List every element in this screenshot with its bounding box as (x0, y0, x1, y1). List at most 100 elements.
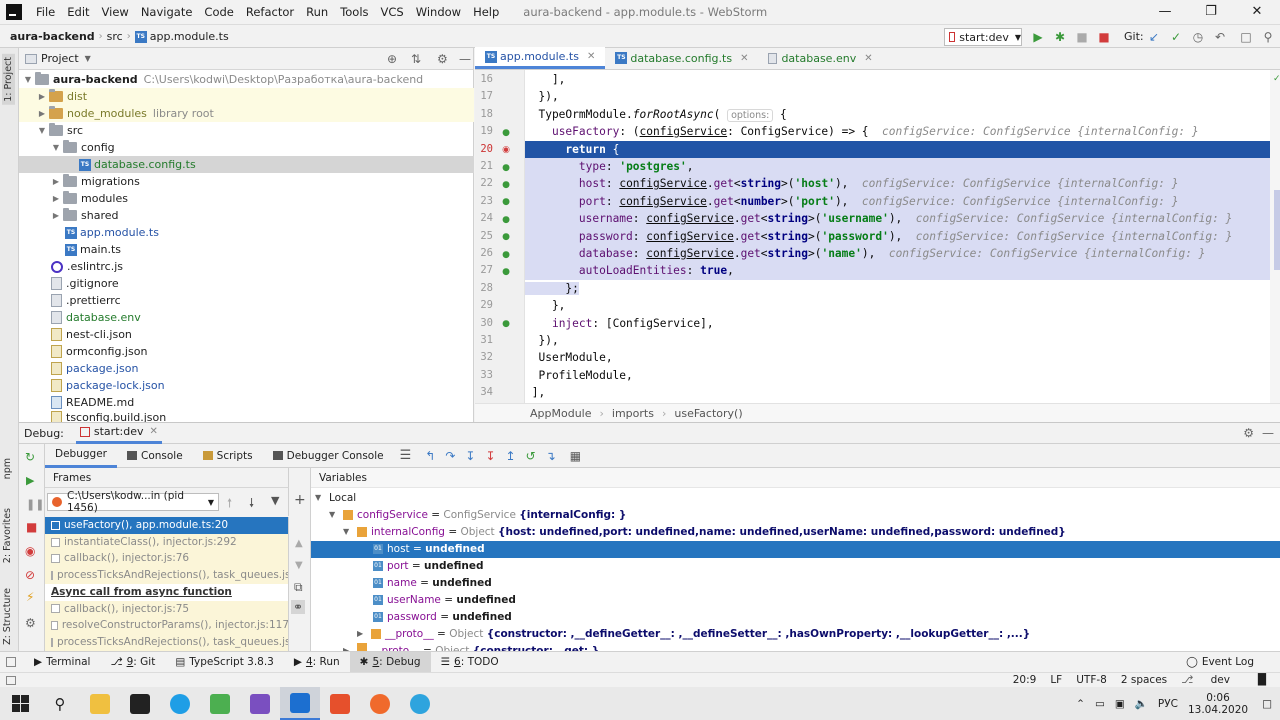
tree-item-nest-cli[interactable]: nest-cli.json (19, 326, 474, 343)
search-button[interactable]: ⚲ (40, 687, 80, 720)
frame-item[interactable]: resolveConstructorParams(), injector.js:… (45, 617, 288, 634)
implementation-marker-icon[interactable]: ● (501, 163, 511, 173)
evaluate-expression-icon[interactable]: ▦ (570, 449, 581, 463)
variable-proto[interactable]: ▶ __proto__ = Object {constructor: ,__def… (311, 626, 1280, 643)
implementation-marker-icon[interactable]: ● (501, 215, 511, 225)
scroll-thumb[interactable] (1274, 190, 1280, 270)
maximize-icon[interactable]: ❐ (1188, 0, 1234, 24)
implementation-marker-icon[interactable]: ● (501, 250, 511, 260)
scope-local[interactable]: ▼ Local (311, 490, 1280, 507)
tree-item-gitignore[interactable]: .gitignore (19, 275, 474, 292)
tree-item-migrations[interactable]: ▶ migrations (19, 173, 474, 190)
variable-port[interactable]: 01 port = undefined (311, 558, 1280, 575)
project-panel-title[interactable]: Project (41, 52, 79, 65)
tree-root[interactable]: ▼ aura-backend C:\Users\kodwi\Desktop\Ра… (19, 71, 474, 88)
locate-icon[interactable]: ⊕ (387, 52, 397, 66)
tree-item-shared[interactable]: ▶ shared (19, 207, 474, 224)
menu-refactor[interactable]: Refactor (240, 5, 300, 19)
coverage-icon[interactable]: ■ (1074, 29, 1090, 45)
tool-window-terminal[interactable]: ▶ Terminal (24, 652, 100, 673)
tree-item-modules[interactable]: ▶ modules (19, 190, 474, 207)
menu-edit[interactable]: Edit (61, 5, 95, 19)
taskbar-app-skype[interactable] (160, 687, 200, 720)
breadcrumb-item[interactable]: AppModule (530, 407, 592, 420)
close-icon[interactable]: ✕ (1234, 0, 1280, 24)
show-execution-point-icon[interactable]: ↰ (425, 449, 435, 463)
close-tab-icon[interactable]: ✕ (740, 53, 748, 64)
pause-icon[interactable]: ❚❚ (26, 498, 44, 511)
tool-window-git[interactable]: ⎇ 9: Git (100, 652, 165, 673)
variable-password[interactable]: 01 password = undefined (311, 609, 1280, 626)
taskbar-app-brave[interactable] (320, 687, 360, 720)
volume-icon[interactable]: 🔈 (1135, 697, 1148, 710)
tree-item-src[interactable]: ▼ src (19, 122, 474, 139)
debug-icon[interactable]: ✱ (1052, 29, 1068, 45)
tab-database-env[interactable]: database.env ✕ (758, 47, 882, 69)
variable-host[interactable]: 01 host = undefined (311, 541, 1280, 558)
menu-tools[interactable]: Tools (334, 5, 374, 19)
frame-item[interactable]: instantiateClass(), injector.js:292 (45, 533, 288, 551)
battery-icon[interactable]: ▭ (1095, 698, 1105, 710)
gear-icon[interactable]: ⚙ (25, 616, 36, 630)
implementation-marker-icon[interactable]: ● (501, 180, 511, 190)
tree-item-package-json[interactable]: package.json (19, 360, 474, 377)
menu-icon[interactable]: ☰ (400, 448, 412, 463)
tool-window-debug[interactable]: ✱ 5: Debug (349, 651, 431, 673)
expand-arrow-icon[interactable]: ▼ (315, 490, 329, 507)
tab-scripts[interactable]: Scripts (193, 450, 263, 462)
breadcrumb-file[interactable]: TS app.module.ts (131, 30, 233, 43)
taskbar-app-notepad[interactable] (200, 687, 240, 720)
arrow-up-icon[interactable]: ▲ (295, 538, 303, 549)
tab-debugger-console[interactable]: Debugger Console (263, 450, 394, 462)
expand-arrow-icon[interactable]: ▼ (51, 143, 61, 152)
breadcrumb-folder[interactable]: src (103, 30, 127, 43)
indent-setting[interactable]: 2 spaces (1121, 674, 1167, 686)
run-icon[interactable]: ▶ (1030, 29, 1046, 45)
stop-icon[interactable]: ■ (1096, 29, 1112, 45)
menu-code[interactable]: Code (198, 5, 239, 19)
tree-item-prettierrc[interactable]: .prettierrc (19, 292, 474, 309)
run-to-cursor-icon[interactable]: ↴ (546, 449, 556, 463)
arrow-up-icon[interactable]: 🠕 (227, 494, 232, 515)
taskbar-app-terminal[interactable] (120, 687, 160, 720)
language-indicator[interactable]: РУС (1158, 698, 1178, 710)
implementation-marker-icon[interactable]: ● (501, 232, 511, 242)
tool-window-todo[interactable]: ☰ 6: TODO (431, 652, 509, 673)
frame-item[interactable]: callback(), injector.js:76 (45, 550, 288, 568)
git-update-icon[interactable]: ↙ (1146, 29, 1162, 45)
menu-window[interactable]: Window (410, 5, 467, 19)
git-branch[interactable]: ⎇ dev (1181, 674, 1244, 686)
start-button[interactable] (0, 687, 40, 720)
expand-arrow-icon[interactable]: ▶ (51, 194, 61, 203)
debug-session-tab[interactable]: start:dev ✕ (75, 422, 162, 444)
variable-name-field[interactable]: 01 name = undefined (311, 575, 1280, 592)
minimize-icon[interactable]: — (1142, 0, 1188, 24)
mute-breakpoints-icon[interactable]: ⊘ (25, 568, 35, 582)
expand-arrow-icon[interactable]: ▼ (343, 524, 357, 541)
restart-frame-icon[interactable]: ↺ (526, 449, 536, 463)
structure-tool-tab[interactable]: Z: Structure (2, 588, 13, 645)
step-into-icon[interactable]: ↧ (465, 449, 475, 463)
arrow-down-icon[interactable]: ▼ (295, 560, 303, 571)
tree-item-main[interactable]: TS main.ts (19, 241, 474, 258)
menu-vcs[interactable]: VCS (375, 5, 410, 19)
variable-proto[interactable]: ▶ __proto__ = Object {constructor: , get:… (311, 643, 1280, 651)
menu-view[interactable]: View (96, 5, 135, 19)
tree-item-readme[interactable]: README.md (19, 394, 474, 411)
tree-item-ormconfig[interactable]: ormconfig.json (19, 343, 474, 360)
tree-item-database-config[interactable]: TS database.config.ts (19, 156, 474, 173)
collapse-all-icon[interactable]: ⇅ (411, 52, 421, 66)
breadcrumb-item[interactable]: imports (612, 407, 654, 420)
expand-arrow-icon[interactable]: ▶ (37, 92, 47, 101)
close-tab-icon[interactable]: ✕ (864, 53, 872, 64)
status-widget-icon[interactable] (6, 675, 16, 685)
taskbar-app-postman[interactable] (360, 687, 400, 720)
menu-file[interactable]: File (30, 5, 61, 19)
close-icon[interactable]: ✕ (149, 426, 157, 437)
expand-arrow-icon[interactable]: ▶ (37, 109, 47, 118)
expand-arrow-icon[interactable]: ▶ (51, 211, 61, 220)
lock-icon[interactable]: █ (1258, 674, 1266, 686)
tree-item-node-modules[interactable]: ▶ node_modules library root (19, 105, 474, 122)
menu-help[interactable]: Help (467, 5, 505, 19)
variable-username[interactable]: 01 userName = undefined (311, 592, 1280, 609)
